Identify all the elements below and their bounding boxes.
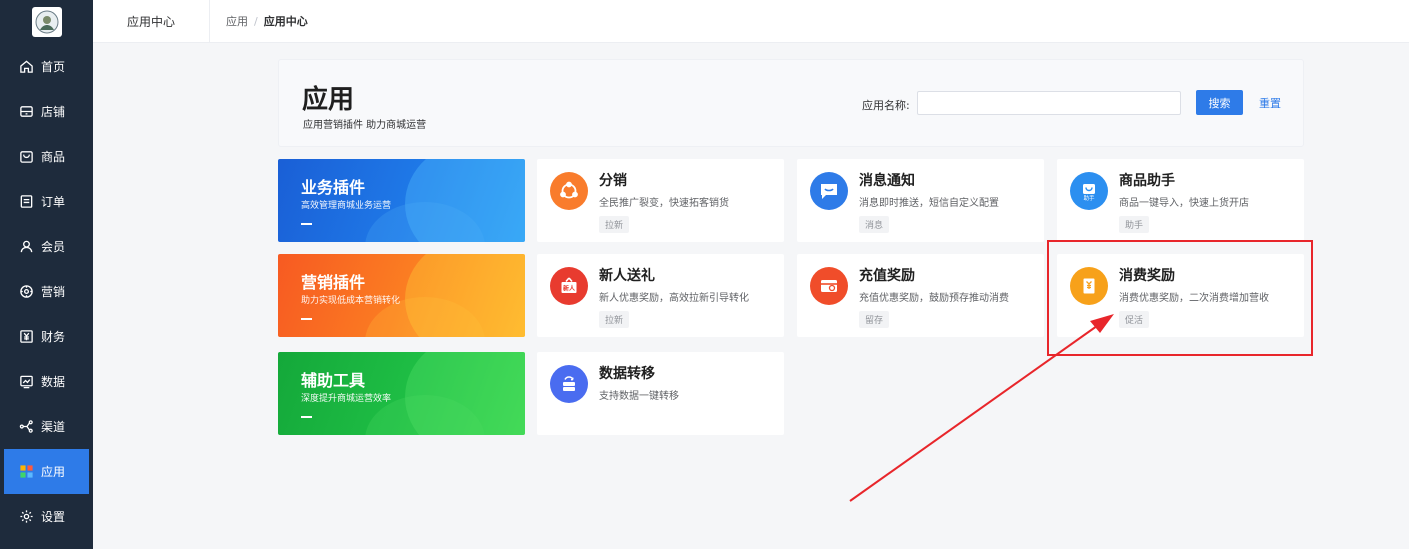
plugin-tag: 拉新 — [599, 311, 630, 328]
wallet-icon — [810, 267, 848, 305]
category-dash — [301, 416, 312, 418]
plugin-name: 商品助手 — [1119, 173, 1175, 189]
bag-icon — [19, 149, 34, 164]
plugin-description: 新人优惠奖励，高效拉新引导转化 — [599, 293, 749, 304]
user-icon — [19, 239, 34, 254]
plugin-name: 新人送礼 — [599, 268, 655, 284]
category-subtitle: 深度提升商城运营效率 — [301, 394, 392, 404]
breadcrumb-current: 应用中心 — [263, 15, 308, 28]
gift-box-icon: 新人 — [550, 267, 588, 305]
plugin-name: 充值奖励 — [859, 268, 915, 284]
sidebar: 首页 店铺 商品 订单 会员 营销 财务 数据 渠道 应用 设置 — [0, 0, 93, 549]
plugin-card-message[interactable]: 消息通知 消息即时推送，短信自定义配置 消息 — [797, 159, 1044, 242]
sidebar-item-order[interactable]: 订单 — [0, 179, 93, 224]
category-subtitle: 助力实现低成本营销转化 — [301, 296, 401, 306]
category-business-plugins[interactable]: 业务插件 高效管理商城业务运营 — [278, 159, 525, 242]
reset-button[interactable]: 重置 — [1259, 95, 1281, 111]
plugin-tag: 拉新 — [599, 216, 630, 233]
sidebar-item-goods[interactable]: 商品 — [0, 134, 93, 179]
sidebar-item-label: 店铺 — [41, 105, 66, 119]
plugin-tag: 留存 — [859, 311, 890, 328]
chat-bubble-icon — [810, 172, 848, 210]
sidebar-item-label: 订单 — [41, 195, 66, 209]
plugin-name: 分销 — [599, 173, 627, 189]
sidebar-item-label: 商品 — [41, 150, 66, 164]
app-name-search-input[interactable] — [917, 91, 1181, 115]
store-icon — [19, 104, 34, 119]
category-dash — [301, 223, 312, 225]
apps-icon — [19, 464, 34, 479]
category-marketing-plugins[interactable]: 营销插件 助力实现低成本营销转化 — [278, 254, 525, 337]
plugin-description: 全民推广裂变，快速拓客销货 — [599, 198, 729, 209]
marketing-icon — [19, 284, 34, 299]
page-header: 应用 应用营销插件 助力商城运营 应用名称: 搜索 重置 — [278, 59, 1304, 147]
logo-area — [0, 0, 93, 44]
sidebar-item-label: 渠道 — [41, 420, 66, 434]
sidebar-item-finance[interactable]: 财务 — [0, 314, 93, 359]
sidebar-item-member[interactable]: 会员 — [0, 224, 93, 269]
breadcrumb-separator: / — [254, 14, 258, 28]
order-icon — [19, 194, 34, 209]
category-title: 业务插件 — [301, 178, 366, 197]
plugin-card-distribution[interactable]: 分销 全民推广裂变，快速拓客销货 拉新 — [537, 159, 784, 242]
database-transfer-icon — [550, 365, 588, 403]
svg-text:助手: 助手 — [1083, 194, 1095, 202]
category-auxiliary-tools[interactable]: 辅助工具 深度提升商城运营效率 — [278, 352, 525, 435]
plugin-card-goods-helper[interactable]: 助手 商品助手 商品一键导入，快速上货开店 助手 — [1057, 159, 1304, 242]
channel-icon — [19, 419, 34, 434]
sidebar-item-label: 数据 — [41, 375, 66, 389]
sidebar-item-label: 营销 — [41, 285, 66, 299]
home-icon — [19, 59, 34, 74]
plugin-description: 消息即时推送，短信自定义配置 — [859, 198, 999, 209]
sidebar-item-label: 首页 — [41, 60, 66, 74]
sidebar-item-settings[interactable]: 设置 — [0, 494, 93, 539]
logo-icon — [35, 10, 58, 34]
plugin-card-data-migration[interactable]: 数据转移 支持数据一键转移 — [537, 352, 784, 435]
sidebar-nav: 首页 店铺 商品 订单 会员 营销 财务 数据 渠道 应用 设置 — [0, 44, 93, 539]
plugin-card-new-user-gift[interactable]: 新人 新人送礼 新人优惠奖励，高效拉新引导转化 拉新 — [537, 254, 784, 337]
sidebar-item-label: 设置 — [41, 510, 66, 524]
share-network-icon — [550, 172, 588, 210]
plugin-tag: 消息 — [859, 216, 890, 233]
annotation-highlight-box — [1047, 240, 1313, 356]
top-bar: 应用中心 应用 / 应用中心 — [93, 0, 1409, 43]
sidebar-item-data[interactable]: 数据 — [0, 359, 93, 404]
sidebar-item-store[interactable]: 店铺 — [0, 89, 93, 134]
page-subtitle: 应用营销插件 助力商城运营 — [303, 120, 427, 131]
category-title: 辅助工具 — [301, 371, 366, 390]
breadcrumb: 应用 / 应用中心 — [210, 13, 308, 29]
category-title: 营销插件 — [301, 273, 366, 292]
gear-icon — [19, 509, 34, 524]
sidebar-item-apps[interactable]: 应用 — [4, 449, 89, 494]
category-subtitle: 高效管理商城业务运营 — [301, 201, 392, 211]
plugin-card-recharge-reward[interactable]: 充值奖励 充值优惠奖励，鼓励预存推动消费 留存 — [797, 254, 1044, 337]
plugin-name: 数据转移 — [599, 366, 655, 382]
logo[interactable] — [31, 7, 62, 37]
yuan-icon — [19, 329, 34, 344]
plugin-description: 支持数据一键转移 — [599, 391, 679, 402]
sidebar-item-channel[interactable]: 渠道 — [0, 404, 93, 449]
search-label: 应用名称: — [862, 99, 910, 112]
plugin-description: 商品一键导入，快速上货开店 — [1119, 198, 1249, 209]
page-title: 应用 — [302, 85, 355, 115]
sidebar-item-label: 应用 — [41, 465, 66, 479]
sidebar-item-home[interactable]: 首页 — [0, 44, 93, 89]
chart-icon — [19, 374, 34, 389]
sidebar-item-label: 会员 — [41, 240, 66, 254]
plugin-name: 消息通知 — [859, 173, 915, 189]
search-button[interactable]: 搜索 — [1196, 90, 1243, 115]
category-dash — [301, 318, 312, 320]
plugin-description: 充值优惠奖励，鼓励预存推动消费 — [859, 293, 1009, 304]
sidebar-item-label: 财务 — [41, 330, 66, 344]
plugin-tag: 助手 — [1119, 216, 1150, 233]
svg-text:新人: 新人 — [563, 285, 576, 293]
shopping-bag-icon: 助手 — [1070, 172, 1108, 210]
breadcrumb-parent[interactable]: 应用 — [226, 13, 248, 29]
top-section-title: 应用中心 — [93, 0, 210, 43]
sidebar-item-marketing[interactable]: 营销 — [0, 269, 93, 314]
